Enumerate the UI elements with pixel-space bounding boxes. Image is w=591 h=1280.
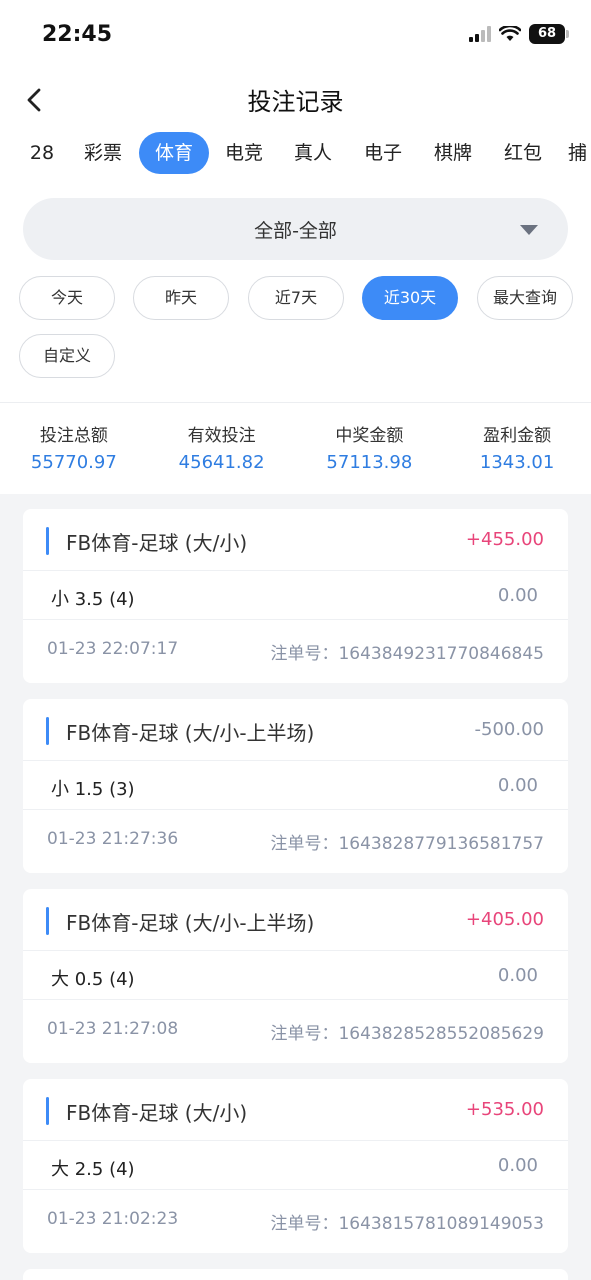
record-time: 01-23 21:27:08 — [47, 1019, 179, 1039]
summary-winnings: 中奖金额 57113.98 — [326, 426, 413, 473]
bet-record-card[interactable]: FB体育-足球 (大/小) +535.00 大 2.5 (4) 0.00 01-… — [23, 1079, 568, 1253]
chip-max-range[interactable]: 最大查询 — [477, 276, 573, 320]
record-amount: +535.00 — [465, 1099, 544, 1120]
record-title: FB体育-足球 (大/小-上半场) — [66, 721, 315, 745]
record-value: 0.00 — [497, 965, 538, 986]
summary-total-bet: 投注总额 55770.97 — [30, 426, 117, 473]
record-time: 01-23 22:07:17 — [47, 639, 179, 659]
record-pick: 大 0.5 (4) — [51, 969, 135, 990]
status-icons: 68 — [469, 24, 569, 44]
record-order-number: 注单号：1643815781089149053 — [270, 1214, 544, 1234]
tab-live-casino[interactable]: 真人 — [288, 132, 338, 174]
page-title: 投注记录 — [247, 88, 344, 116]
bet-summary: 投注总额 55770.97 有效投注 45641.82 中奖金额 57113.9… — [0, 402, 591, 494]
category-tabs: 28 彩票 体育 电竞 真人 电子 棋牌 红包 捕 — [0, 130, 591, 182]
tab-cards[interactable]: 棋牌 — [428, 132, 478, 174]
record-title: FB体育-足球 (大/小) — [66, 1101, 248, 1125]
wifi-icon — [499, 26, 521, 41]
tab-slots[interactable]: 电子 — [358, 132, 408, 174]
record-pick: 小 1.5 (3) — [51, 779, 135, 800]
filter-label: 全部-全部 — [254, 220, 337, 242]
battery-icon: 68 — [529, 24, 569, 44]
chip-7-days[interactable]: 近7天 — [248, 276, 344, 320]
summary-profit: 盈利金额 1343.01 — [479, 426, 555, 473]
tab-28[interactable]: 28 — [22, 132, 62, 174]
date-range-chips: 今天 昨天 近7天 近30天 最大查询 自定义 — [0, 276, 591, 402]
chip-today[interactable]: 今天 — [19, 276, 115, 320]
bet-record-list: FB体育-足球 (大/小) +455.00 小 3.5 (4) 0.00 01-… — [0, 494, 591, 1280]
record-value: 0.00 — [497, 775, 538, 796]
type-filter-select[interactable]: 全部-全部 — [23, 198, 568, 260]
bet-record-card-partial[interactable] — [23, 1269, 568, 1280]
record-time: 01-23 21:02:23 — [47, 1209, 179, 1229]
tab-red-packet[interactable]: 红包 — [498, 132, 548, 174]
record-amount: +405.00 — [465, 909, 544, 930]
tab-lottery[interactable]: 彩票 — [78, 132, 128, 174]
tab-fishing[interactable]: 捕 — [568, 132, 591, 174]
status-time: 22:45 — [42, 22, 113, 47]
tab-esports[interactable]: 电竞 — [219, 132, 269, 174]
nav-bar: 投注记录 — [0, 70, 591, 130]
status-bar: 22:45 68 — [0, 0, 591, 70]
record-pick: 小 3.5 (4) — [51, 589, 135, 610]
header-area: 22:45 68 投注记录 28 彩票 体育 电竞 真人 电子 棋牌 红包 捕 … — [0, 0, 591, 494]
record-amount: +455.00 — [465, 529, 544, 550]
record-title: FB体育-足球 (大/小) — [66, 531, 248, 555]
chip-30-days[interactable]: 近30天 — [362, 276, 458, 320]
summary-valid-bet: 有效投注 45641.82 — [178, 426, 265, 473]
record-order-number: 注单号：1643828779136581757 — [270, 834, 544, 854]
chip-custom[interactable]: 自定义 — [19, 334, 115, 378]
record-time: 01-23 21:27:36 — [47, 829, 179, 849]
caret-down-icon — [520, 225, 538, 235]
bet-record-card[interactable]: FB体育-足球 (大/小-上半场) -500.00 小 1.5 (3) 0.00… — [23, 699, 568, 873]
record-pick: 大 2.5 (4) — [51, 1159, 135, 1180]
tab-sports[interactable]: 体育 — [139, 132, 209, 174]
record-value: 0.00 — [497, 585, 538, 606]
record-amount: -500.00 — [474, 719, 544, 740]
record-title: FB体育-足球 (大/小-上半场) — [66, 911, 315, 935]
record-order-number: 注单号：1643849231770846845 — [270, 644, 544, 664]
bet-record-card[interactable]: FB体育-足球 (大/小-上半场) +405.00 大 0.5 (4) 0.00… — [23, 889, 568, 1063]
record-value: 0.00 — [497, 1155, 538, 1176]
chip-yesterday[interactable]: 昨天 — [133, 276, 229, 320]
record-order-number: 注单号：1643828528552085629 — [270, 1024, 544, 1044]
bet-record-card[interactable]: FB体育-足球 (大/小) +455.00 小 3.5 (4) 0.00 01-… — [23, 509, 568, 683]
cellular-signal-icon — [469, 26, 491, 42]
